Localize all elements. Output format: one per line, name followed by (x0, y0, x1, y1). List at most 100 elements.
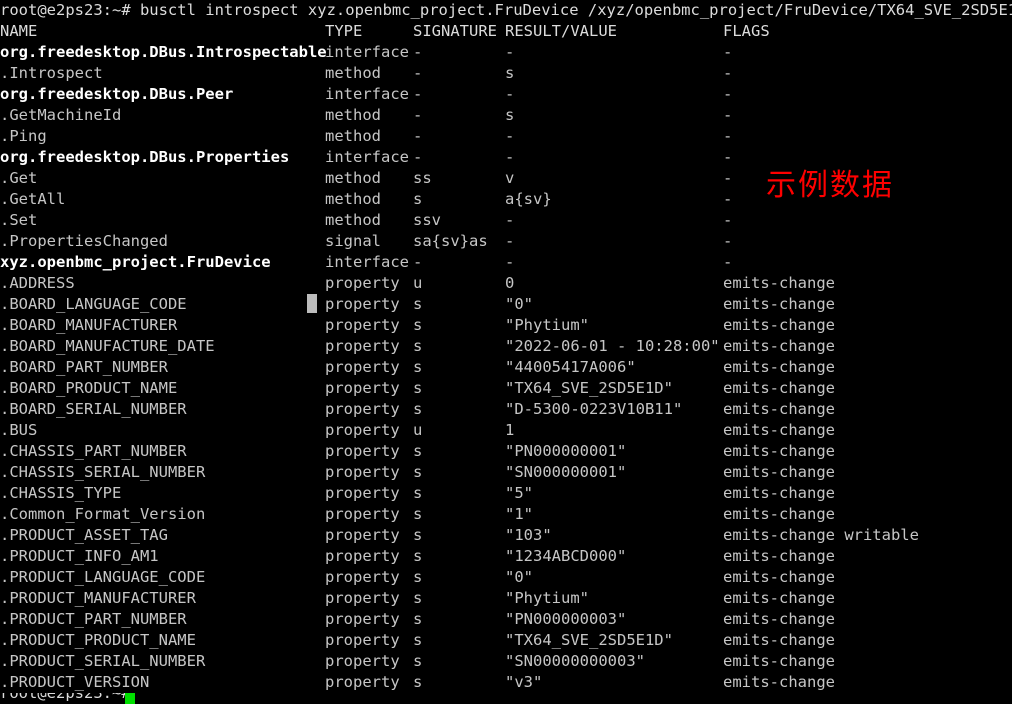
table-row: .PRODUCT_PRODUCT_NAME property s "TX64_SVE_… (0, 630, 1012, 651)
member-name: .GetMachineId (0, 106, 122, 124)
table-row: .BOARD_PRODUCT_NAME property s "TX64_SVE_2S… (0, 378, 1012, 399)
table-row: .GetMachineId method - s - (0, 105, 1012, 126)
table-row: .PRODUCT_SERIAL_NUMBER property s "SN000000… (0, 651, 1012, 672)
member-flags: - (723, 127, 733, 145)
example-data-watermark: 示例数据 (766, 168, 894, 203)
member-flags: - (723, 43, 733, 61)
member-signature: s (413, 337, 423, 355)
table-row: .Ping method - - - (0, 126, 1012, 147)
member-signature: - (413, 127, 423, 145)
member-type: property (325, 568, 400, 586)
member-name: .Get (0, 169, 38, 187)
member-name: .Set (0, 211, 38, 229)
command-line: root@e2ps23:~# busctl introspect xyz.ope… (0, 0, 1012, 21)
member-value: "SN000000001" (505, 463, 627, 481)
member-type: method (325, 169, 381, 187)
member-type: property (325, 337, 400, 355)
member-type: property (325, 547, 400, 565)
table-row: .ADDRESS property u 0 emits-change (0, 273, 1012, 294)
member-signature: - (413, 85, 423, 103)
member-name: .PRODUCT_PART_NUMBER (0, 610, 187, 628)
member-signature: ss (413, 169, 432, 187)
table-header-row: NAME TYPE SIGNATURE RESULT/VALUE FLAGS (0, 21, 1012, 42)
member-signature: s (413, 463, 423, 481)
member-value: - (505, 85, 515, 103)
member-type: method (325, 106, 381, 124)
member-flags: - (723, 106, 733, 124)
member-value: v (505, 169, 515, 187)
column-header-signature: SIGNATURE (413, 22, 497, 40)
table-row: org.freedesktop.DBus.Properties interface… (0, 147, 1012, 168)
member-type: method (325, 211, 381, 229)
member-type: property (325, 358, 400, 376)
member-value: "5" (505, 484, 533, 502)
member-flags: emits-change (723, 358, 835, 376)
member-signature: s (413, 295, 423, 313)
shell-prompt: root@e2ps23:~# (0, 1, 140, 19)
member-type: property (325, 505, 400, 523)
member-flags: emits-change writable (723, 526, 919, 544)
member-type: interface (325, 148, 409, 166)
member-name: .Common_Format_Version (0, 505, 206, 523)
member-type: property (325, 484, 400, 502)
member-type: interface (325, 85, 409, 103)
member-signature: ssv (413, 211, 441, 229)
member-flags: - (723, 64, 733, 82)
table-row: .BOARD_SERIAL_NUMBER property s "D-5300-022… (0, 399, 1012, 420)
member-value: "Phytium" (505, 589, 589, 607)
member-type: property (325, 295, 400, 313)
member-name: .PRODUCT_INFO_AM1 (0, 547, 159, 565)
member-name: .CHASSIS_PART_NUMBER (0, 442, 187, 460)
table-row: .Common_Format_Version property s "1" emits-… (0, 504, 1012, 525)
member-flags: emits-change (723, 442, 835, 460)
member-name: .BOARD_SERIAL_NUMBER (0, 400, 187, 418)
member-type: property (325, 652, 400, 670)
member-signature: - (413, 253, 423, 271)
interface-name: xyz.openbmc_project.FruDevice (0, 253, 271, 271)
interface-name: org.freedesktop.DBus.Peer (0, 85, 234, 103)
member-flags: emits-change (723, 463, 835, 481)
member-type: method (325, 190, 381, 208)
member-flags: emits-change (723, 652, 835, 670)
table-row: .PRODUCT_VERSION property s "v3" emits-chang… (0, 672, 1012, 693)
member-flags: emits-change (723, 589, 835, 607)
member-value: 1 (505, 421, 515, 439)
table-row: .PRODUCT_PART_NUMBER property s "PN00000000… (0, 609, 1012, 630)
member-name: .PRODUCT_VERSION (0, 673, 150, 691)
member-name: .PRODUCT_SERIAL_NUMBER (0, 652, 206, 670)
column-header-flags: FLAGS (723, 22, 770, 40)
member-value: "44005417A006" (505, 358, 636, 376)
table-row: .BOARD_MANUFACTURE_DATE property s "2022-06… (0, 336, 1012, 357)
table-row: .PRODUCT_LANGUAGE_CODE property s "0" emits-… (0, 567, 1012, 588)
text-selection-block-cursor (307, 294, 317, 313)
member-flags: emits-change (723, 673, 835, 691)
member-flags: emits-change (723, 316, 835, 334)
member-name: .BOARD_LANGUAGE_CODE (0, 295, 187, 313)
member-value: - (505, 253, 515, 271)
member-type: interface (325, 253, 409, 271)
column-header-type: TYPE (325, 22, 363, 40)
member-signature: s (413, 610, 423, 628)
column-header-result-value: RESULT/VALUE (505, 22, 617, 40)
member-type: interface (325, 43, 409, 61)
member-name: .BUS (0, 421, 38, 439)
member-value: a{sv} (505, 190, 552, 208)
member-signature: s (413, 358, 423, 376)
terminal-window[interactable]: root@e2ps23:~# busctl introspect xyz.ope… (0, 0, 1012, 704)
member-value: "TX64_SVE_2SD5E1D" (505, 631, 673, 649)
member-flags: - (723, 232, 733, 250)
member-type: method (325, 64, 381, 82)
member-flags: emits-change (723, 505, 835, 523)
table-row: .BOARD_PART_NUMBER property s "44005417A006… (0, 357, 1012, 378)
table-row: xyz.openbmc_project.FruDevice interface - -… (0, 252, 1012, 273)
table-row: .CHASSIS_TYPE property s "5" emits-change (0, 483, 1012, 504)
member-type: property (325, 673, 400, 691)
member-signature: - (413, 64, 423, 82)
member-flags: emits-change (723, 295, 835, 313)
bottom-prompt-area: root@e2ps23:~# (0, 693, 1012, 704)
table-row: .BUS property u 1 emits-change (0, 420, 1012, 441)
member-value: - (505, 211, 515, 229)
member-name: .PRODUCT_MANUFACTURER (0, 589, 196, 607)
table-row: .PRODUCT_MANUFACTURER property s "Phytium" e… (0, 588, 1012, 609)
member-value: "PN000000003" (505, 610, 627, 628)
